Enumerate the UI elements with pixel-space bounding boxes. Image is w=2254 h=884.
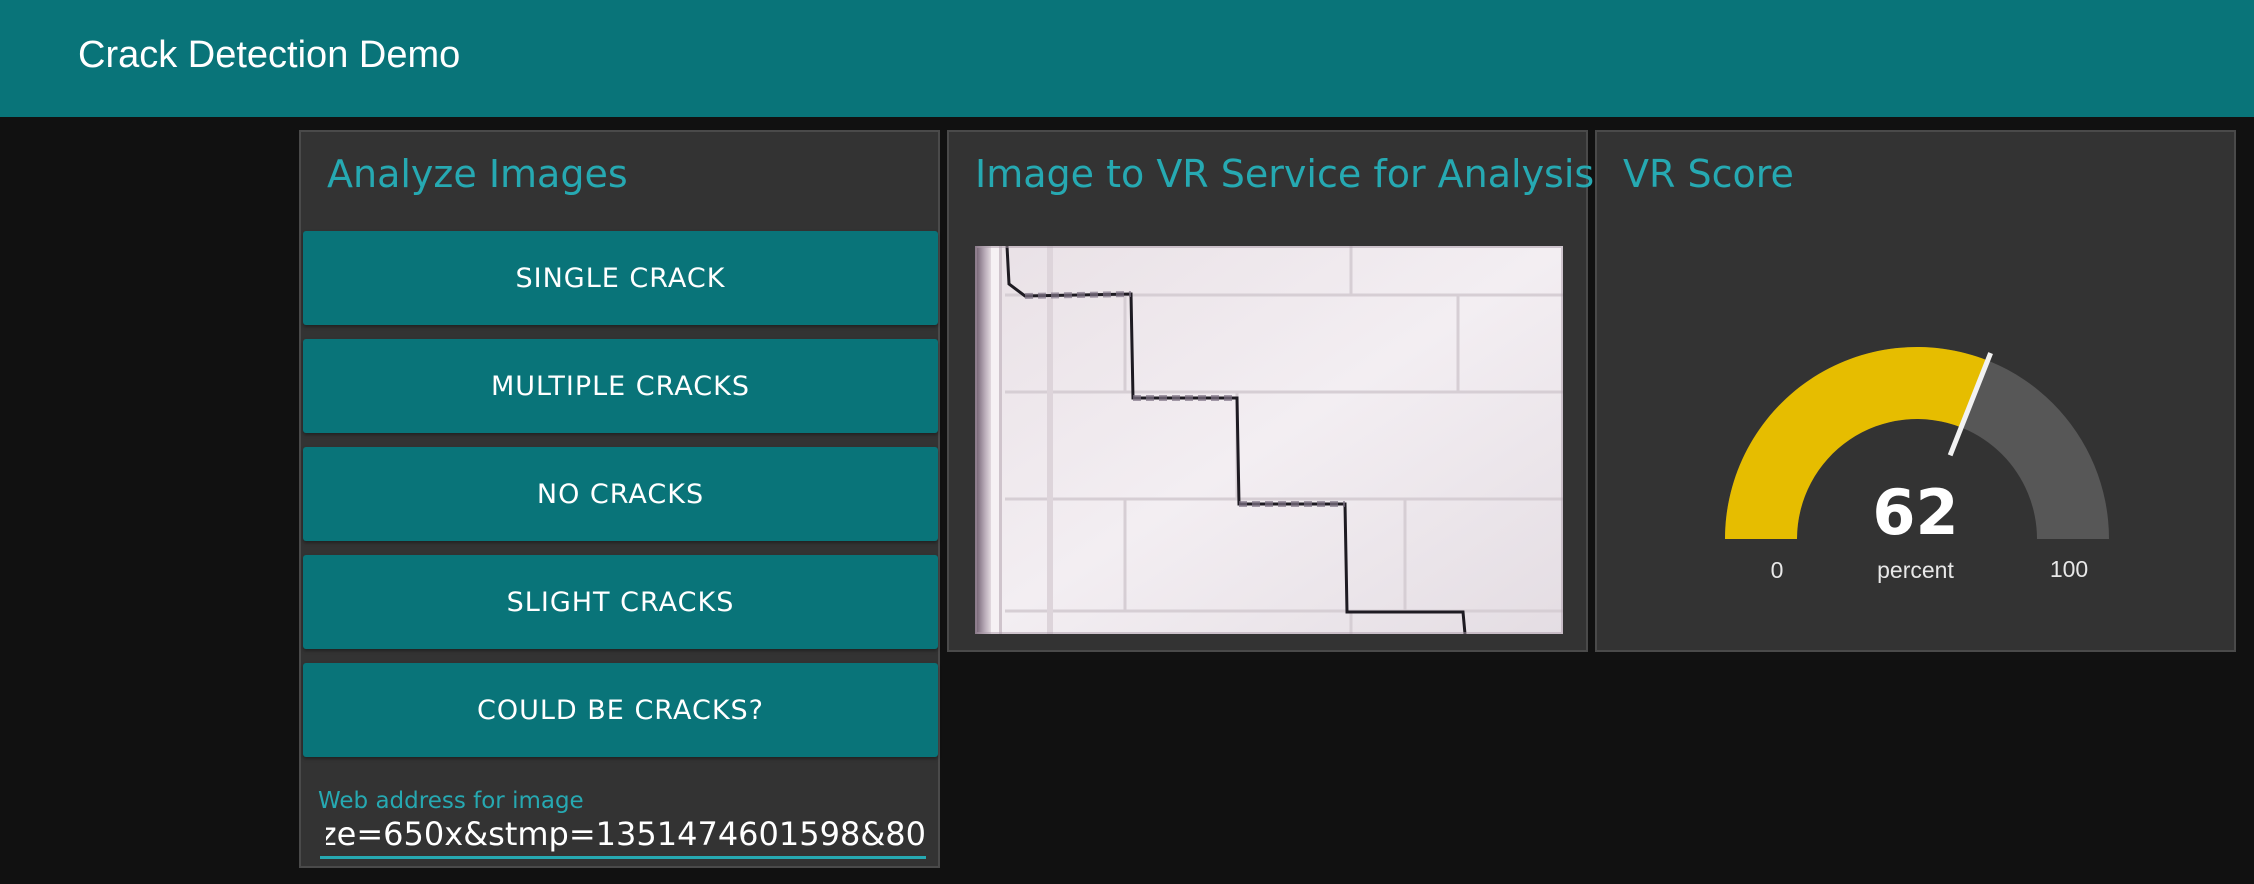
slight-cracks-button[interactable]: SLIGHT CRACKS (303, 555, 938, 649)
app-title: Crack Detection Demo (78, 34, 461, 76)
gauge-min-label: 0 (1770, 557, 1784, 583)
top-bar: Crack Detection Demo (0, 0, 2254, 117)
gauge-max-label: 100 (2049, 556, 2089, 582)
analyze-panel-title: Analyze Images (327, 152, 628, 196)
crack-wall-image (975, 246, 1563, 634)
image-panel-title: Image to VR Service for Analysis (975, 152, 1595, 196)
vr-score-gauge: 62 percent 0 100 (1597, 132, 2234, 650)
gauge-value: 62 (1872, 476, 1959, 549)
vr-score-panel: VR Score 62 percent 0 100 (1595, 130, 2236, 652)
image-to-vr-panel: Image to VR Service for Analysis (947, 130, 1594, 652)
image-url-input[interactable] (320, 812, 926, 859)
gauge-units: percent (1877, 557, 1954, 583)
image-url-label: Web address for image (318, 788, 584, 814)
single-crack-button[interactable]: SINGLE CRACK (303, 231, 938, 325)
multiple-cracks-button[interactable]: MULTIPLE CRACKS (303, 339, 938, 433)
no-cracks-button[interactable]: NO CRACKS (303, 447, 938, 541)
could-be-cracks-button[interactable]: COULD BE CRACKS? (303, 663, 938, 757)
analyze-images-panel: Analyze Images SINGLE CRACK MULTIPLE CRA… (299, 130, 940, 868)
